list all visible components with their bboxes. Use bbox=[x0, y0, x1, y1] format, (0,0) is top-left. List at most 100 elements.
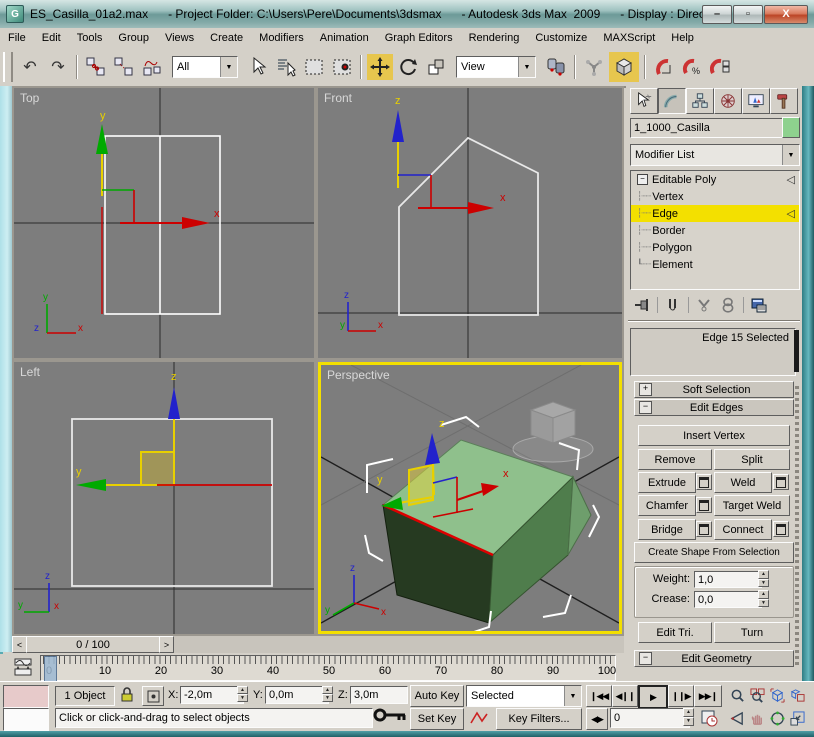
viewport-left-label[interactable]: Left bbox=[20, 365, 40, 379]
weld-button[interactable]: Weld bbox=[714, 472, 772, 493]
select-and-link-icon[interactable] bbox=[83, 54, 109, 80]
play-button[interactable]: ▶ bbox=[638, 685, 668, 709]
show-end-result-toggle-icon[interactable] bbox=[661, 295, 685, 315]
arc-rotate-icon[interactable] bbox=[768, 708, 786, 728]
y-spinner[interactable]: ▲ ▼ bbox=[322, 686, 333, 702]
spinner-snap-icon[interactable] bbox=[707, 54, 733, 80]
mini-curve-editor-icon[interactable] bbox=[10, 655, 36, 679]
tab-modify[interactable] bbox=[658, 88, 686, 114]
menu-group[interactable]: Group bbox=[110, 30, 157, 46]
extrude-button[interactable]: Extrude bbox=[638, 472, 696, 493]
remove-modifier-icon[interactable] bbox=[716, 295, 740, 315]
object-color-swatch[interactable] bbox=[782, 117, 800, 138]
rollout-scrollbar-thumb[interactable] bbox=[794, 330, 799, 372]
insert-vertex-button[interactable]: Insert Vertex bbox=[638, 425, 790, 446]
tab-hierarchy[interactable] bbox=[686, 88, 714, 114]
x-coordinate-field[interactable]: -2,0m bbox=[180, 686, 244, 704]
selection-set-dropdown[interactable]: Selected ▼ bbox=[466, 685, 582, 707]
viewport-front[interactable]: z x z y x Front bbox=[318, 88, 622, 358]
minimize-button[interactable]: – bbox=[702, 4, 732, 24]
select-and-move-icon[interactable] bbox=[367, 54, 393, 80]
tab-display[interactable] bbox=[742, 88, 770, 114]
title-bar[interactable]: G ES_Casilla_01a2.max - Project Folder: … bbox=[0, 0, 814, 29]
edit-tri-button[interactable]: Edit Tri. bbox=[638, 622, 712, 643]
crease-spinner[interactable]: ▲ ▼ bbox=[758, 590, 769, 607]
zoom-all-icon[interactable] bbox=[748, 685, 766, 705]
menu-tools[interactable]: Tools bbox=[69, 30, 111, 46]
zoom-extents-all-icon[interactable] bbox=[788, 685, 806, 705]
chevron-down-icon[interactable]: ▼ bbox=[220, 57, 237, 77]
time-slider-button[interactable]: 0 / 100 bbox=[26, 636, 160, 653]
prev-frame-arrow[interactable]: < bbox=[12, 636, 27, 653]
next-frame-arrow[interactable]: > bbox=[159, 636, 174, 653]
use-pivot-point-icon[interactable] bbox=[543, 54, 569, 80]
macro-recorder-box[interactable] bbox=[3, 685, 49, 708]
rectangular-selection-region-icon[interactable] bbox=[301, 54, 327, 80]
maxscript-listener-box[interactable] bbox=[3, 708, 49, 731]
absolute-mode-icon[interactable] bbox=[142, 686, 164, 706]
viewport-left[interactable]: z y z y x Left bbox=[14, 362, 314, 634]
remove-button[interactable]: Remove bbox=[638, 449, 712, 470]
menu-create[interactable]: Create bbox=[202, 30, 251, 46]
tab-create[interactable] bbox=[630, 88, 658, 114]
current-frame-field[interactable]: 0 bbox=[610, 708, 690, 728]
viewport-front-label[interactable]: Front bbox=[324, 91, 352, 105]
frame-spinner[interactable]: ▲ ▼ bbox=[683, 708, 694, 726]
bridge-button[interactable]: Bridge bbox=[638, 519, 696, 540]
time-configuration-icon[interactable] bbox=[698, 708, 720, 728]
stack-item-border[interactable]: ┆┈┈ Border bbox=[631, 222, 799, 239]
track-bar-ruler[interactable]: 0 10 20 30 40 50 60 70 80 90 100 bbox=[40, 655, 616, 682]
create-shape-button[interactable]: Create Shape From Selection bbox=[634, 542, 794, 563]
weld-settings-icon[interactable] bbox=[773, 474, 789, 490]
stack-item-editable-poly[interactable]: − Editable Poly ◁ bbox=[631, 171, 799, 188]
percent-snap-icon[interactable]: % bbox=[679, 54, 705, 80]
go-to-start-button[interactable]: ❙◀◀ bbox=[586, 685, 612, 707]
selection-lock-icon[interactable] bbox=[120, 687, 134, 706]
connect-settings-icon[interactable] bbox=[773, 521, 789, 537]
select-and-rotate-icon[interactable] bbox=[395, 54, 421, 80]
current-frame-indicator[interactable] bbox=[44, 656, 57, 682]
tab-utilities[interactable] bbox=[770, 88, 798, 114]
default-tangent-icon[interactable] bbox=[466, 708, 492, 728]
chevron-down-icon[interactable]: ▼ bbox=[518, 57, 535, 77]
rollout-edit-geometry[interactable]: − Edit Geometry bbox=[634, 650, 794, 667]
split-button[interactable]: Split bbox=[714, 449, 790, 470]
pin-stack-icon[interactable] bbox=[630, 295, 654, 315]
close-button[interactable]: X bbox=[764, 4, 808, 24]
chevron-down-icon[interactable]: ▼ bbox=[782, 145, 799, 165]
connect-button[interactable]: Connect bbox=[714, 519, 772, 540]
redo-icon[interactable]: ↷ bbox=[45, 54, 71, 80]
snap-toggle-3d-icon[interactable] bbox=[609, 52, 639, 82]
menu-animation[interactable]: Animation bbox=[312, 30, 377, 46]
set-keys-key-icon[interactable] bbox=[372, 704, 408, 729]
select-and-scale-icon[interactable] bbox=[423, 54, 449, 80]
maximize-viewport-icon[interactable] bbox=[788, 708, 806, 728]
y-coordinate-field[interactable]: 0,0m bbox=[265, 686, 329, 704]
modifier-list-dropdown[interactable]: Modifier List ▼ bbox=[630, 144, 800, 166]
object-name-field[interactable]: 1_1000_Casilla bbox=[630, 118, 784, 138]
menu-edit[interactable]: Edit bbox=[34, 30, 69, 46]
viewport-perspective-label[interactable]: Perspective bbox=[327, 368, 390, 382]
window-crossing-icon[interactable] bbox=[329, 54, 355, 80]
zoom-icon[interactable] bbox=[728, 685, 746, 705]
turn-button[interactable]: Turn bbox=[714, 622, 790, 643]
chamfer-settings-icon[interactable] bbox=[696, 497, 712, 513]
go-to-end-button[interactable]: ▶▶❙ bbox=[694, 685, 722, 707]
stack-item-polygon[interactable]: ┆┈┈ Polygon bbox=[631, 239, 799, 256]
auto-key-button[interactable]: Auto Key bbox=[410, 685, 464, 707]
collapse-box-icon[interactable]: − bbox=[637, 174, 648, 185]
tab-motion[interactable] bbox=[714, 88, 742, 114]
toolbar-handle[interactable] bbox=[3, 52, 13, 82]
crease-field[interactable]: 0,0 bbox=[694, 591, 762, 608]
field-of-view-icon[interactable] bbox=[728, 708, 746, 728]
x-spinner[interactable]: ▲ ▼ bbox=[237, 686, 248, 702]
expand-icon[interactable]: + bbox=[639, 383, 652, 396]
menu-customize[interactable]: Customize bbox=[527, 30, 595, 46]
angle-snap-icon[interactable] bbox=[651, 54, 677, 80]
previous-frame-button[interactable]: ◀❙❙ bbox=[612, 685, 638, 707]
z-coordinate-field[interactable]: 3,0m bbox=[350, 686, 408, 704]
viewport-top-label[interactable]: Top bbox=[20, 91, 39, 105]
show-end-result-icon[interactable]: ◁ bbox=[787, 173, 795, 186]
target-weld-button[interactable]: Target Weld bbox=[714, 495, 790, 516]
weight-field[interactable]: 1,0 bbox=[694, 571, 762, 588]
